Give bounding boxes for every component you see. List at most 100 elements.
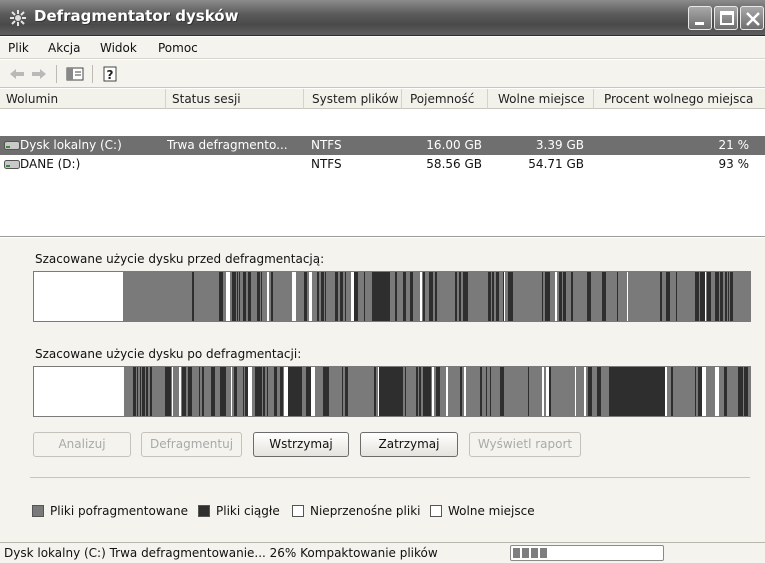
legend-contiguous: Pliki ciągłe [198,504,280,518]
map-stripe [267,272,269,321]
percent-free: 21 % [718,138,750,152]
column-header-volume[interactable]: Wolumin [0,89,166,109]
map-block [379,367,399,416]
map-stripe [399,367,403,416]
stop-button[interactable]: Zatrzymaj [360,432,458,457]
map-stripe [707,272,708,321]
drive-icon [4,159,20,170]
map-stripe [248,272,251,321]
map-stripe [575,367,576,416]
defrag-window: Defragmentator dysków Plik Akcja Widok P… [0,0,765,563]
map-stripe [559,272,562,321]
map-stripe [395,272,397,321]
map-stripe [602,272,606,321]
column-header-percent-free[interactable]: Procent wolnego miejsca [594,89,765,109]
map-stripe [327,367,329,416]
map-stripe [179,367,181,416]
map-stripe [488,272,491,321]
analysis-pane: Szacowane użycie dysku przed defragmenta… [0,238,765,542]
minimize-button[interactable] [688,6,712,30]
svg-text:?: ? [107,68,114,82]
forward-arrow-icon[interactable] [28,64,50,84]
map-stripe [309,272,312,321]
map-stripe [466,272,468,321]
map-stripe [463,272,466,321]
table-row[interactable]: Dysk lokalny (C:) Trwa defragmento... NT… [0,136,765,155]
menu-widok[interactable]: Widok [100,41,137,55]
map-block [504,367,528,416]
pause-button[interactable]: Wstrzymaj [253,432,349,457]
map-stripe [364,272,365,321]
map-stripe [237,272,238,321]
map-stripe [307,367,311,416]
map-stripe [423,272,425,321]
legend-label: Wolne miejsce [448,504,535,518]
map-stripe [172,367,173,416]
view-report-button[interactable]: Wyświetl raport [469,432,581,457]
map-stripe [274,367,277,416]
map-stripe [549,367,551,416]
map-stripe [226,272,230,321]
map-stripe [660,272,662,321]
session-status: Trwa defragmento... [167,138,288,152]
progress-segment [513,548,520,558]
map-stripe [182,367,186,416]
file-system: NTFS [311,138,342,152]
menu-plik[interactable]: Plik [8,41,29,55]
map-stripe [511,272,513,321]
map-stripe [555,272,557,321]
map-stripe [234,367,237,416]
map-stripe [730,272,733,321]
defrag-progress-bar [510,545,664,561]
maximize-button[interactable] [714,6,738,30]
progress-segment [522,548,529,558]
map-stripe [378,367,379,416]
free-space: 3.39 GB [535,138,584,152]
column-header-free-space[interactable]: Wolne miejsce [488,89,594,109]
percent-free: 93 % [718,157,750,171]
map-stripe [261,272,262,321]
title-bar[interactable]: Defragmentator dysków [0,0,765,36]
help-icon[interactable]: ? [100,64,122,84]
map-stripe [137,367,138,416]
map-stripe [232,272,236,321]
map-stripe [545,272,546,321]
close-button[interactable] [740,6,764,30]
back-arrow-icon[interactable] [6,64,28,84]
map-stripe [740,367,743,416]
column-header-capacity[interactable]: Pojemność [402,89,488,109]
map-stripe [589,272,591,321]
volume-list[interactable]: Wolumin Status sesji System plików Pojem… [0,89,765,237]
map-stripe [317,272,319,321]
show-hide-pane-icon[interactable] [64,64,86,84]
column-header-filesystem[interactable]: System plików [304,89,402,109]
map-stripe [724,367,727,416]
map-stripe [419,367,421,416]
map-stripe [676,272,677,321]
window-title: Defragmentator dysków [34,7,239,25]
map-stripe [426,367,430,416]
legend-swatch-fragmented [32,505,44,517]
column-header-status[interactable]: Status sesji [166,89,304,109]
map-stripe [354,272,358,321]
analyze-button[interactable]: Analizuj [33,432,131,457]
table-row[interactable]: DANE (D:) NTFS 58.56 GB 54.71 GB 93 % [0,155,765,174]
map-stripe [311,367,315,416]
defrag-app-icon [9,9,27,27]
free-space: 54.71 GB [528,157,584,171]
menu-pomoc[interactable]: Pomoc [158,41,198,55]
toolbar: ? [0,60,765,88]
volume-name: DANE (D:) [20,157,81,171]
map-stripe [704,272,705,321]
map-stripe [423,367,425,416]
map-stripe [563,272,566,321]
menu-akcja[interactable]: Akcja [48,41,80,55]
map-stripe [323,367,327,416]
map-stripe [335,272,338,321]
defragment-button[interactable]: Defragmentuj [141,432,242,457]
map-stripe [410,272,413,321]
legend-swatch-contiguous [198,505,210,517]
map-stripe [420,272,422,321]
toolbar-separator [56,65,57,83]
legend-fragmented: Pliki pofragmentowane [32,504,188,518]
